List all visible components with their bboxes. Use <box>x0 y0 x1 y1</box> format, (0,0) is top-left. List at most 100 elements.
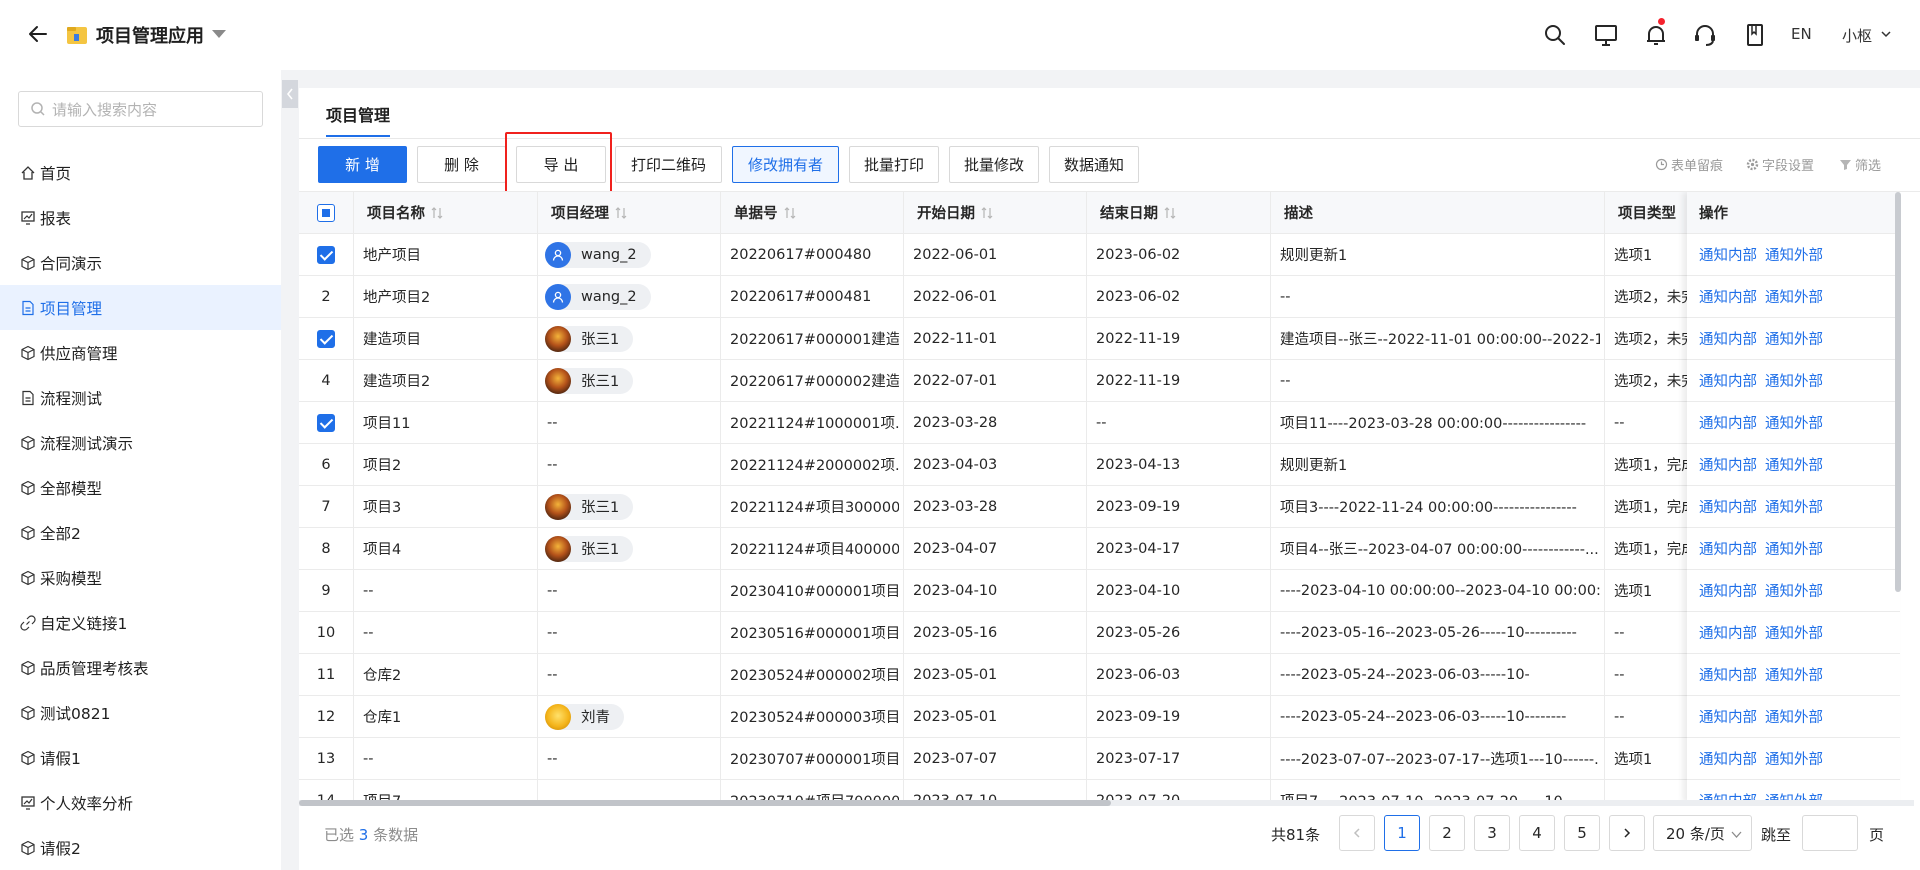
notify-external-link[interactable]: 通知外部 <box>1765 664 1823 685</box>
table-row[interactable]: 4 建造项目2 张三1 20220617#000002建造... 2022-07-01 2… <box>299 360 1899 402</box>
sidebar-item[interactable]: 项目管理 <box>0 285 281 330</box>
chevron-down-icon[interactable] <box>1880 28 1892 40</box>
sidebar-item[interactable]: 全部模型 <box>0 465 281 510</box>
notify-external-link[interactable]: 通知外部 <box>1765 538 1823 559</box>
search-icon[interactable] <box>1542 22 1568 48</box>
data-notify-button[interactable]: 数据通知 <box>1049 146 1139 183</box>
delete-button[interactable]: 删 除 <box>417 146 506 183</box>
sidebar-item[interactable]: 合同演示 <box>0 240 281 285</box>
print-qr-button[interactable]: 打印二维码 <box>615 146 722 183</box>
user-tag[interactable]: 张三1 <box>545 367 634 394</box>
notify-external-link[interactable]: 通知外部 <box>1765 454 1823 475</box>
column-header[interactable]: 单据号 <box>734 192 903 233</box>
jump-page-input[interactable] <box>1802 815 1858 851</box>
table-row[interactable]: 7 项目3 张三1 20221124#项目300000... 2023-03-28 202… <box>299 486 1899 528</box>
batch-print-button[interactable]: 批量打印 <box>849 146 939 183</box>
sidebar-item[interactable]: 品质管理考核表 <box>0 645 281 690</box>
sidebar-item[interactable]: 报表 <box>0 195 281 240</box>
table-row[interactable]: 14 项目7 -- 20230710#项目700000... 2023-07-10 202… <box>299 780 1899 802</box>
column-header[interactable]: 结束日期 <box>1100 192 1270 233</box>
language-switch[interactable]: EN <box>1791 25 1812 43</box>
user-tag[interactable]: wang_2 <box>545 241 651 268</box>
column-header[interactable]: 项目名称 <box>367 192 537 233</box>
table-row[interactable]: 9 -- -- 20230410#000001项目... 2023-04-10 2023-… <box>299 570 1899 612</box>
table-row[interactable]: 地产项目 wang_2 20220617#000480 2022-06-01 2023-… <box>299 234 1899 276</box>
prev-page-button[interactable] <box>1339 815 1375 851</box>
sidebar-item[interactable]: 测试0821 <box>0 690 281 735</box>
page-number-button[interactable]: 4 <box>1519 815 1555 851</box>
next-page-button[interactable] <box>1609 815 1645 851</box>
form-trace-tool[interactable]: 表单留痕 <box>1655 155 1723 174</box>
row-checkbox[interactable] <box>317 329 335 348</box>
notify-internal-link[interactable]: 通知内部 <box>1699 244 1757 265</box>
notify-external-link[interactable]: 通知外部 <box>1765 412 1823 433</box>
filter-tool[interactable]: 筛选 <box>1839 155 1881 174</box>
page-number-button[interactable]: 5 <box>1564 815 1600 851</box>
page-size-select[interactable]: 20 条/页 <box>1653 815 1752 851</box>
table-row[interactable]: 6 项目2 -- 20221124#2000002项... 2023-04-03 2023… <box>299 444 1899 486</box>
column-header[interactable]: 项目经理 <box>551 192 720 233</box>
notify-internal-link[interactable]: 通知内部 <box>1699 454 1757 475</box>
sidebar-item[interactable]: 个人效率分析 <box>0 780 281 825</box>
add-button[interactable]: 新 增 <box>318 146 407 183</box>
sidebar-item[interactable]: 请假2 <box>0 825 281 870</box>
notify-external-link[interactable]: 通知外部 <box>1765 622 1823 643</box>
notify-internal-link[interactable]: 通知内部 <box>1699 370 1757 391</box>
sort-icon[interactable] <box>981 206 993 220</box>
user-menu[interactable]: 小枢 <box>1842 25 1872 46</box>
sidebar-item[interactable]: 采购模型 <box>0 555 281 600</box>
notify-internal-link[interactable]: 通知内部 <box>1699 622 1757 643</box>
notify-internal-link[interactable]: 通知内部 <box>1699 328 1757 349</box>
table-row[interactable]: 2 地产项目2 wang_2 20220617#000481 2022-06-01 202… <box>299 276 1899 318</box>
user-tag[interactable]: 张三1 <box>545 325 634 352</box>
notify-internal-link[interactable]: 通知内部 <box>1699 580 1757 601</box>
sidebar-item[interactable]: 自定义链接1 <box>0 600 281 645</box>
tab-project-management[interactable]: 项目管理 <box>326 102 390 126</box>
vertical-scrollbar[interactable] <box>1895 192 1901 592</box>
app-title[interactable]: 项目管理应用 <box>96 22 204 48</box>
sidebar-search[interactable] <box>18 91 263 127</box>
notify-internal-link[interactable]: 通知内部 <box>1699 706 1757 727</box>
table-row[interactable]: 10 -- -- 20230516#000001项目... 2023-05-16 2023… <box>299 612 1899 654</box>
notify-internal-link[interactable]: 通知内部 <box>1699 664 1757 685</box>
sidebar-item[interactable]: 全部2 <box>0 510 281 555</box>
sort-icon[interactable] <box>784 206 796 220</box>
change-owner-button[interactable]: 修改拥有者 <box>732 146 839 183</box>
search-input[interactable] <box>52 99 252 121</box>
notify-external-link[interactable]: 通知外部 <box>1765 748 1823 769</box>
sidebar-item[interactable]: 流程测试演示 <box>0 420 281 465</box>
notify-internal-link[interactable]: 通知内部 <box>1699 748 1757 769</box>
notify-external-link[interactable]: 通知外部 <box>1765 286 1823 307</box>
notify-external-link[interactable]: 通知外部 <box>1765 244 1823 265</box>
field-settings-tool[interactable]: 字段设置 <box>1746 155 1814 174</box>
notify-external-link[interactable]: 通知外部 <box>1765 328 1823 349</box>
table-row[interactable]: 13 -- -- 20230707#000001项目... 2023-07-07 2023… <box>299 738 1899 780</box>
table-row[interactable]: 项目11 -- 20221124#1000001项... 2023-03-28 -- 项目… <box>299 402 1899 444</box>
sort-icon[interactable] <box>431 206 443 220</box>
table-row[interactable]: 建造项目 张三1 20220617#000001建造... 2022-11-01 202… <box>299 318 1899 360</box>
column-header[interactable]: 描述 <box>1284 192 1604 233</box>
sidebar-item[interactable]: 请假1 <box>0 735 281 780</box>
user-tag[interactable]: 张三1 <box>545 493 634 520</box>
notify-internal-link[interactable]: 通知内部 <box>1699 538 1757 559</box>
sidebar-item[interactable]: 首页 <box>0 150 281 195</box>
sort-icon[interactable] <box>1164 206 1176 220</box>
sidebar-item[interactable]: 供应商管理 <box>0 330 281 375</box>
notify-internal-link[interactable]: 通知内部 <box>1699 286 1757 307</box>
bell-icon[interactable] <box>1643 22 1669 48</box>
column-header[interactable]: 开始日期 <box>917 192 1086 233</box>
app-switch-caret-icon[interactable] <box>212 30 226 38</box>
notify-external-link[interactable]: 通知外部 <box>1765 496 1823 517</box>
book-icon[interactable] <box>1742 22 1768 48</box>
sort-icon[interactable] <box>615 206 627 220</box>
notify-external-link[interactable]: 通知外部 <box>1765 706 1823 727</box>
table-row[interactable]: 8 项目4 张三1 20221124#项目400000... 2023-04-07 202… <box>299 528 1899 570</box>
user-tag[interactable]: wang_2 <box>545 283 651 310</box>
select-all-checkbox[interactable] <box>317 203 335 222</box>
sidebar-item[interactable]: 流程测试 <box>0 375 281 420</box>
row-checkbox[interactable] <box>317 413 335 432</box>
monitor-icon[interactable] <box>1593 22 1619 48</box>
row-checkbox[interactable] <box>317 245 335 264</box>
sidebar-collapse-toggle[interactable] <box>282 80 298 108</box>
table-row[interactable]: 12 仓库1 刘青 20230524#000003项目... 2023-05-01 202… <box>299 696 1899 738</box>
